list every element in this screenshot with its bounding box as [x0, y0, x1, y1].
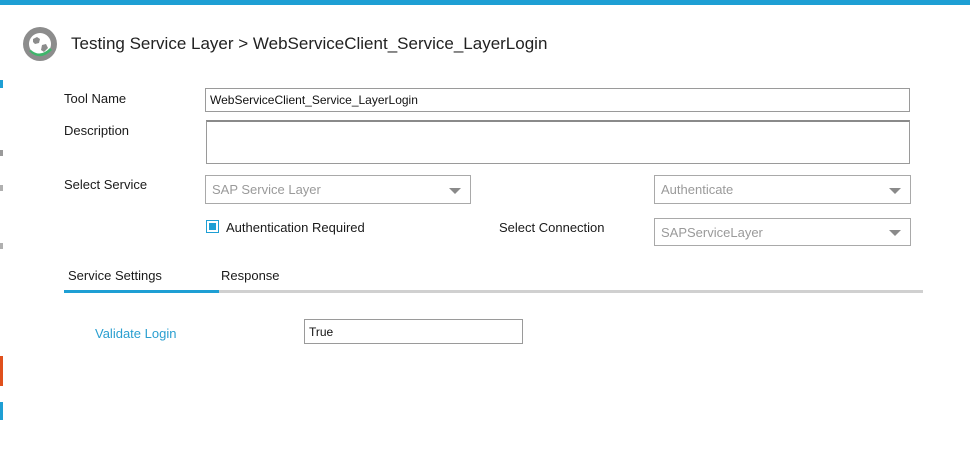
method-dropdown-value: Authenticate — [661, 182, 734, 197]
tab-service-settings[interactable]: Service Settings — [68, 268, 162, 283]
connection-dropdown[interactable]: SAPServiceLayer — [654, 218, 911, 246]
edge-marker — [0, 243, 3, 249]
validate-login-input[interactable]: True — [304, 319, 523, 344]
edge-marker — [0, 402, 3, 420]
edge-marker — [0, 150, 3, 156]
edge-marker — [0, 80, 3, 88]
window-top-accent-bar — [0, 0, 970, 5]
description-label: Description — [64, 123, 130, 138]
chevron-down-icon — [449, 188, 461, 194]
validate-login-label: Validate Login — [95, 326, 177, 341]
connection-dropdown-value: SAPServiceLayer — [661, 224, 763, 240]
chevron-down-icon — [889, 230, 901, 236]
select-service-label: Select Service — [64, 177, 148, 192]
authentication-required-label: Authentication Required — [226, 220, 365, 235]
description-input[interactable] — [206, 120, 910, 164]
tool-name-label: Tool Name — [64, 91, 127, 106]
globe-icon — [22, 26, 58, 62]
checkbox-check-indicator — [209, 223, 216, 230]
service-dropdown-value: SAP Service Layer — [212, 182, 321, 197]
chevron-down-icon — [889, 188, 901, 194]
method-dropdown[interactable]: Authenticate — [654, 175, 911, 204]
tool-name-input[interactable]: WebServiceClient_Service_LayerLogin — [205, 88, 910, 112]
active-tab-indicator — [64, 290, 219, 293]
tab-response[interactable]: Response — [221, 268, 280, 283]
page-title: Testing Service Layer > WebServiceClient… — [71, 34, 548, 53]
service-dropdown[interactable]: SAP Service Layer — [205, 175, 471, 204]
edge-marker — [0, 185, 3, 191]
window-left-edge — [0, 5, 4, 454]
authentication-required-checkbox[interactable] — [206, 220, 219, 233]
edge-marker — [0, 356, 3, 386]
select-connection-label: Select Connection — [499, 220, 605, 235]
